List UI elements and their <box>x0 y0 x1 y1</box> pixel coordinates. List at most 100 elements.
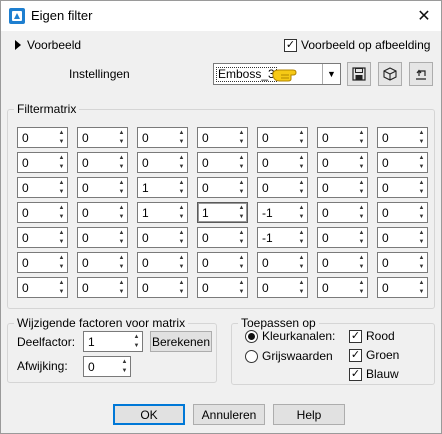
stepper-arrows-icon[interactable]: ▲ ▼ <box>417 204 426 221</box>
stepper-arrows-icon[interactable]: ▲ ▼ <box>177 179 186 196</box>
stepper-arrows-icon[interactable]: ▲ ▼ <box>417 279 426 296</box>
stepper-arrows-icon[interactable]: ▲ ▼ <box>57 229 66 246</box>
matrix-cell[interactable]: 0 ▲ ▼ <box>197 152 248 173</box>
stepper-arrows-icon[interactable]: ▲ ▼ <box>177 254 186 271</box>
matrix-cell[interactable]: 0 ▲ ▼ <box>317 252 368 273</box>
matrix-cell[interactable]: 0 ▲ ▼ <box>137 127 188 148</box>
matrix-cell[interactable]: 0 ▲ ▼ <box>17 252 68 273</box>
matrix-cell[interactable]: 0 ▲ ▼ <box>17 152 68 173</box>
color-channels-radio[interactable]: Kleurkanalen: <box>245 329 335 343</box>
chevron-down-icon[interactable]: ▼ <box>322 64 340 84</box>
matrix-cell[interactable]: 0 ▲ ▼ <box>77 152 128 173</box>
matrix-cell[interactable]: 0 ▲ ▼ <box>197 227 248 248</box>
stepper-arrows-icon[interactable]: ▲ ▼ <box>357 279 366 296</box>
stepper-arrows-icon[interactable]: ▲ ▼ <box>297 279 306 296</box>
stepper-arrows-icon[interactable]: ▲ ▼ <box>237 129 246 146</box>
stepper-arrows-icon[interactable]: ▲ ▼ <box>237 204 246 221</box>
grayscale-radio[interactable]: Grijswaarden <box>245 349 333 363</box>
stepper-arrows-icon[interactable]: ▲ ▼ <box>297 154 306 171</box>
matrix-cell[interactable]: 0 ▲ ▼ <box>377 127 428 148</box>
stepper-arrows-icon[interactable]: ▲ ▼ <box>297 204 306 221</box>
matrix-cell[interactable]: -1 ▲ ▼ <box>257 227 308 248</box>
matrix-cell[interactable]: 0 ▲ ▼ <box>137 252 188 273</box>
matrix-cell[interactable]: 0 ▲ ▼ <box>77 202 128 223</box>
preview-on-image-checkbox[interactable]: ✓ Voorbeeld op afbeelding <box>284 38 430 52</box>
matrix-cell[interactable]: 0 ▲ ▼ <box>77 127 128 148</box>
matrix-cell[interactable]: 0 ▲ ▼ <box>377 252 428 273</box>
reset-preset-button[interactable] <box>378 62 402 86</box>
matrix-cell[interactable]: 0 ▲ ▼ <box>377 152 428 173</box>
matrix-cell[interactable]: 0 ▲ ▼ <box>17 177 68 198</box>
stepper-arrows-icon[interactable]: ▲ ▼ <box>297 129 306 146</box>
matrix-cell[interactable]: 0 ▲ ▼ <box>137 152 188 173</box>
matrix-cell[interactable]: -1 ▲ ▼ <box>257 202 308 223</box>
blue-checkbox[interactable]: ✓ Blauw <box>349 367 399 381</box>
matrix-cell[interactable]: 0 ▲ ▼ <box>257 152 308 173</box>
matrix-cell[interactable]: 0 ▲ ▼ <box>197 127 248 148</box>
matrix-cell[interactable]: 0 ▲ ▼ <box>17 227 68 248</box>
matrix-cell[interactable]: 0 ▲ ▼ <box>317 152 368 173</box>
calculate-button[interactable]: Berekenen <box>150 331 212 352</box>
stepper-arrows-icon[interactable]: ▲ ▼ <box>417 179 426 196</box>
cancel-button[interactable]: Annuleren <box>193 404 265 425</box>
stepper-arrows-icon[interactable]: ▲ ▼ <box>177 154 186 171</box>
stepper-arrows-icon[interactable]: ▲ ▼ <box>417 254 426 271</box>
matrix-cell[interactable]: 0 ▲ ▼ <box>257 127 308 148</box>
stepper-arrows-icon[interactable]: ▲ ▼ <box>117 179 126 196</box>
stepper-arrows-icon[interactable]: ▲ ▼ <box>117 154 126 171</box>
stepper-arrows-icon[interactable]: ▲ ▼ <box>297 179 306 196</box>
bias-stepper[interactable]: 0 ▲ ▼ <box>83 356 131 377</box>
stepper-arrows-icon[interactable]: ▲ ▼ <box>297 229 306 246</box>
close-button[interactable]: ✕ <box>411 4 437 28</box>
matrix-cell[interactable]: 0 ▲ ▼ <box>77 277 128 298</box>
stepper-arrows-icon[interactable]: ▲ ▼ <box>357 204 366 221</box>
preview-expander[interactable]: Voorbeeld <box>15 38 81 52</box>
matrix-cell[interactable]: 0 ▲ ▼ <box>77 252 128 273</box>
stepper-arrows-icon[interactable]: ▲ ▼ <box>177 229 186 246</box>
matrix-cell[interactable]: 0 ▲ ▼ <box>17 277 68 298</box>
stepper-arrows-icon[interactable]: ▲ ▼ <box>120 358 129 375</box>
stepper-arrows-icon[interactable]: ▲ ▼ <box>57 279 66 296</box>
stepper-arrows-icon[interactable]: ▲ ▼ <box>237 229 246 246</box>
matrix-cell[interactable]: 0 ▲ ▼ <box>317 177 368 198</box>
matrix-cell[interactable]: 0 ▲ ▼ <box>137 277 188 298</box>
red-checkbox[interactable]: ✓ Rood <box>349 329 395 343</box>
stepper-arrows-icon[interactable]: ▲ ▼ <box>237 154 246 171</box>
matrix-cell[interactable]: 0 ▲ ▼ <box>257 252 308 273</box>
matrix-cell[interactable]: 0 ▲ ▼ <box>77 177 128 198</box>
stepper-arrows-icon[interactable]: ▲ ▼ <box>117 204 126 221</box>
matrix-cell[interactable]: 0 ▲ ▼ <box>317 277 368 298</box>
stepper-arrows-icon[interactable]: ▲ ▼ <box>357 179 366 196</box>
matrix-cell[interactable]: 0 ▲ ▼ <box>257 277 308 298</box>
matrix-cell[interactable]: 0 ▲ ▼ <box>197 177 248 198</box>
stepper-arrows-icon[interactable]: ▲ ▼ <box>417 154 426 171</box>
matrix-cell[interactable]: 0 ▲ ▼ <box>77 227 128 248</box>
stepper-arrows-icon[interactable]: ▲ ▼ <box>132 333 141 350</box>
stepper-arrows-icon[interactable]: ▲ ▼ <box>237 179 246 196</box>
stepper-arrows-icon[interactable]: ▲ ▼ <box>117 129 126 146</box>
ok-button[interactable]: OK <box>113 404 185 425</box>
matrix-cell[interactable]: 0 ▲ ▼ <box>317 227 368 248</box>
matrix-cell[interactable]: 1 ▲ ▼ <box>137 202 188 223</box>
stepper-arrows-icon[interactable]: ▲ ▼ <box>57 129 66 146</box>
green-checkbox[interactable]: ✓ Groen <box>349 348 399 362</box>
stepper-arrows-icon[interactable]: ▲ ▼ <box>357 154 366 171</box>
stepper-arrows-icon[interactable]: ▲ ▼ <box>57 204 66 221</box>
manage-presets-button[interactable] <box>409 62 433 86</box>
matrix-cell[interactable]: 1 ▲ ▼ <box>197 202 248 223</box>
matrix-cell[interactable]: 0 ▲ ▼ <box>377 227 428 248</box>
stepper-arrows-icon[interactable]: ▲ ▼ <box>297 254 306 271</box>
stepper-arrows-icon[interactable]: ▲ ▼ <box>417 129 426 146</box>
matrix-cell[interactable]: 0 ▲ ▼ <box>197 277 248 298</box>
stepper-arrows-icon[interactable]: ▲ ▼ <box>177 204 186 221</box>
stepper-arrows-icon[interactable]: ▲ ▼ <box>177 279 186 296</box>
stepper-arrows-icon[interactable]: ▲ ▼ <box>117 279 126 296</box>
matrix-cell[interactable]: 0 ▲ ▼ <box>197 252 248 273</box>
matrix-cell[interactable]: 1 ▲ ▼ <box>137 177 188 198</box>
matrix-cell[interactable]: 0 ▲ ▼ <box>317 202 368 223</box>
stepper-arrows-icon[interactable]: ▲ ▼ <box>357 129 366 146</box>
stepper-arrows-icon[interactable]: ▲ ▼ <box>57 154 66 171</box>
stepper-arrows-icon[interactable]: ▲ ▼ <box>57 254 66 271</box>
stepper-arrows-icon[interactable]: ▲ ▼ <box>237 279 246 296</box>
matrix-cell[interactable]: 0 ▲ ▼ <box>17 127 68 148</box>
